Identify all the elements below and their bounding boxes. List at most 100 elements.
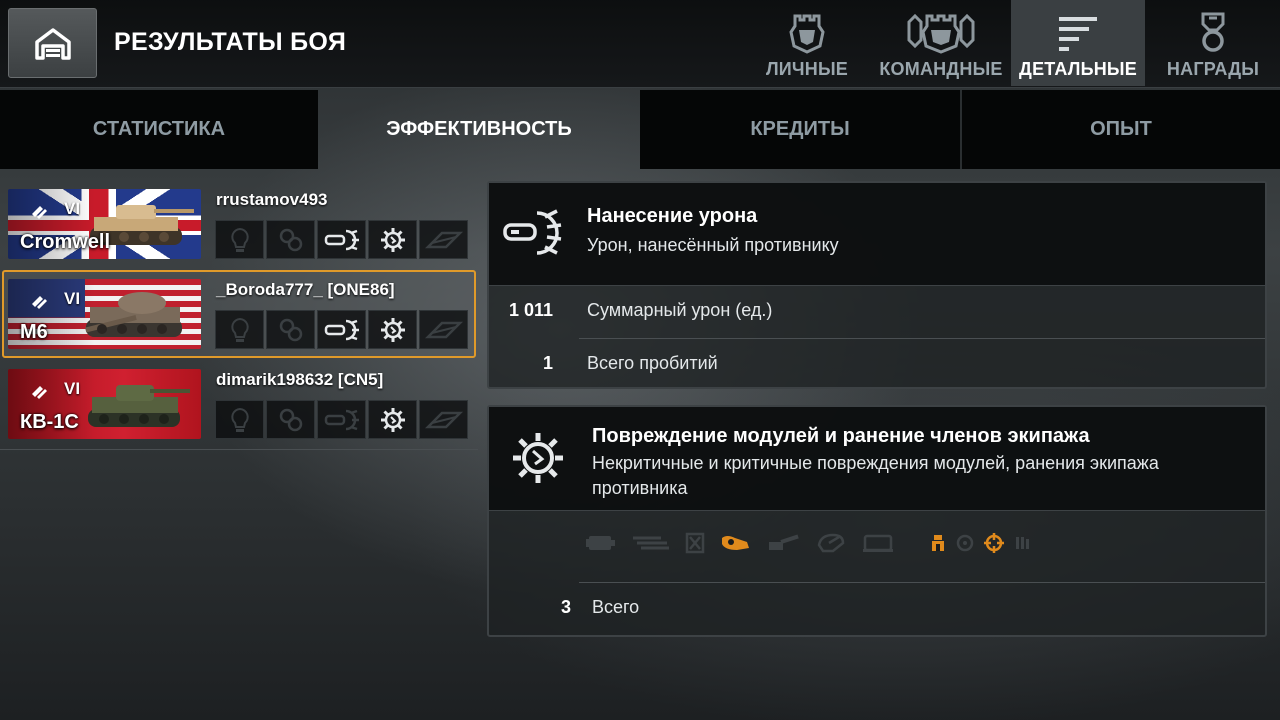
tank-image xyxy=(88,385,190,427)
subtab-efficiency[interactable]: ЭФФЕКТИВНОСТЬ xyxy=(318,90,640,169)
tab-detailed[interactable]: ДЕТАЛЬНЫЕ xyxy=(1011,0,1145,86)
crew-loader-icon xyxy=(1016,537,1029,549)
hangar-back-button[interactable] xyxy=(8,8,97,78)
player-row-selected[interactable]: VI M6 _Boroda777_ [ONE86] xyxy=(0,270,478,360)
ammo-rack-icon xyxy=(685,532,705,554)
nation-flag-usa: VI M6 xyxy=(8,279,201,349)
assist-chain-icon xyxy=(279,408,302,431)
blocked-shield-icon xyxy=(424,231,463,248)
crew-gunner-icon xyxy=(984,533,1004,553)
defense-medal[interactable] xyxy=(419,400,468,439)
subtab-credits-label: КРЕДИТЫ xyxy=(750,118,850,140)
nation-flag-uk: VI Cromwell xyxy=(8,189,201,259)
blocked-shield-icon xyxy=(424,411,463,428)
tank-name: Cromwell xyxy=(20,231,111,253)
gear-damage-icon xyxy=(513,433,563,483)
nation-flag-ussr: VI КВ-1С xyxy=(8,369,201,439)
subtab-credits[interactable]: КРЕДИТЫ xyxy=(640,90,960,169)
tank-image xyxy=(85,292,182,337)
subtab-statistics-label: СТАТИСТИКА xyxy=(92,118,226,140)
achievement-strip xyxy=(215,400,469,439)
player-name: rrustamov493 xyxy=(216,190,328,209)
subtab-bar: СТАТИСТИКА ЭФФЕКТИВНОСТЬ КРЕДИТЫ ОПЫТ xyxy=(0,90,1280,169)
optics-icon xyxy=(863,534,893,552)
rank-chevron-icon xyxy=(32,296,47,309)
penetrations-value: 1 xyxy=(542,353,553,373)
tab-personal[interactable]: ЛИЧНЫЕ xyxy=(740,0,874,86)
shell-damage-icon xyxy=(503,209,562,255)
tank-name: КВ-1С xyxy=(20,411,79,433)
penetrations-label: Всего пробитий xyxy=(587,353,718,373)
stat-row-total-damage: 1 011 Суммарный урон (ед.) xyxy=(489,286,1265,339)
player-name: _Boroda777_ [ONE86] xyxy=(216,280,395,299)
achievement-strip xyxy=(215,310,469,349)
total-damage-label: Суммарный урон (ед.) xyxy=(587,300,773,320)
rank-chevron-icon xyxy=(32,206,47,219)
player-list: VI Cromwell rrustamov493 VI M6 _Boroda77… xyxy=(0,180,480,450)
spotting-medal[interactable] xyxy=(215,310,264,349)
detail-lines-icon xyxy=(1059,17,1097,51)
tab-team-label: КОМАНДНЫЕ xyxy=(879,59,1003,79)
rank-chevron-icon xyxy=(32,386,47,399)
player-row[interactable]: VI КВ-1С dimarik198632 [CN5] xyxy=(0,360,478,450)
assist-medal[interactable] xyxy=(266,220,315,259)
stat-row-modules-total: 3 Всего xyxy=(489,583,1265,637)
defense-medal[interactable] xyxy=(419,220,468,259)
team-shields-icon xyxy=(907,13,975,54)
shell-damage-icon xyxy=(324,319,359,340)
shell-damage-icon xyxy=(324,409,359,430)
module-medal[interactable] xyxy=(368,310,417,349)
assist-medal[interactable] xyxy=(266,400,315,439)
damage-medal[interactable] xyxy=(317,220,366,259)
tank-tier: VI xyxy=(64,379,81,398)
tracks-icon xyxy=(633,536,669,550)
damage-medal[interactable] xyxy=(317,310,366,349)
modules-panel-subtitle-line1: Некритичные и критичные повреждения моду… xyxy=(592,453,1159,473)
modules-panel-title: Повреждение модулей и ранение членов эки… xyxy=(592,425,1090,447)
crew-commander-icon xyxy=(932,535,944,551)
gear-damage-icon xyxy=(380,407,405,432)
assist-medal[interactable] xyxy=(266,310,315,349)
page-title: РЕЗУЛЬТАТЫ БОЯ xyxy=(114,28,347,56)
module-medal[interactable] xyxy=(368,220,417,259)
tab-personal-label: ЛИЧНЫЕ xyxy=(765,59,849,79)
subtab-efficiency-label: ЭФФЕКТИВНОСТЬ xyxy=(386,118,572,140)
lightbulb-icon xyxy=(230,317,249,342)
damage-panel-title: Нанесение урона xyxy=(587,205,758,227)
engine-icon xyxy=(586,536,615,550)
spotting-medal[interactable] xyxy=(215,400,264,439)
tank-tier: VI xyxy=(64,199,81,218)
top-bar: РЕЗУЛЬТАТЫ БОЯ ЛИЧНЫЕ КОМАНДНЫЕ ДЕТАЛЬНЫ… xyxy=(0,0,1280,88)
hangar-icon xyxy=(34,28,71,60)
lightbulb-icon xyxy=(230,407,249,432)
fuel-tank-icon xyxy=(722,536,749,550)
damage-panel: Нанесение урона Урон, нанесённый противн… xyxy=(487,181,1267,389)
medal-icon xyxy=(1201,12,1225,52)
module-icons-row xyxy=(489,511,1265,583)
modules-total-label: Всего xyxy=(592,597,640,617)
shell-damage-icon xyxy=(324,229,359,250)
player-row[interactable]: VI Cromwell rrustamov493 xyxy=(0,180,478,270)
subtab-experience[interactable]: ОПЫТ xyxy=(960,90,1280,169)
total-damage-value: 1 011 xyxy=(508,300,553,320)
tank-tier: VI xyxy=(64,289,81,308)
modules-panel-subtitle-line2: противника xyxy=(592,478,688,498)
player-name: dimarik198632 [CN5] xyxy=(216,370,384,389)
damage-medal[interactable] xyxy=(317,400,366,439)
tank-name: M6 xyxy=(20,321,48,343)
subtab-statistics[interactable]: СТАТИСТИКА xyxy=(0,90,318,169)
defense-medal[interactable] xyxy=(419,310,468,349)
spotting-medal[interactable] xyxy=(215,220,264,259)
tab-awards-label: НАГРАДЫ xyxy=(1166,59,1260,79)
tab-detailed-label: ДЕТАЛЬНЫЕ xyxy=(1019,59,1137,79)
module-medal[interactable] xyxy=(368,400,417,439)
turret-icon xyxy=(817,533,845,553)
tab-awards[interactable]: НАГРАДЫ xyxy=(1146,0,1280,86)
achievement-strip xyxy=(215,220,469,259)
tab-team[interactable]: КОМАНДНЫЕ xyxy=(874,0,1008,86)
crew-driver-icon xyxy=(956,534,974,552)
assist-chain-icon xyxy=(279,318,302,341)
modules-total-value: 3 xyxy=(560,597,571,617)
assist-chain-icon xyxy=(279,228,302,251)
blocked-shield-icon xyxy=(424,321,463,338)
